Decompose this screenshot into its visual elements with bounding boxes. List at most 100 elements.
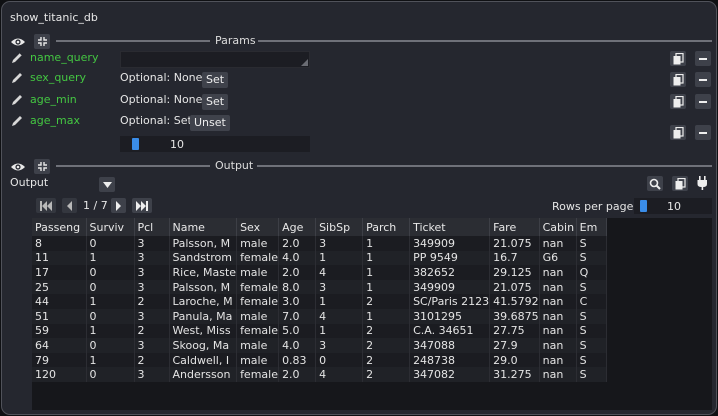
unset-button[interactable]: Unset: [190, 115, 230, 131]
table-cell: 3.0: [278, 294, 317, 309]
table-cell: 79: [32, 352, 87, 368]
remove-button[interactable]: [695, 94, 711, 109]
table-cell: 2.0: [278, 367, 317, 382]
table-cell: 25: [32, 279, 87, 295]
remove-button[interactable]: [695, 72, 711, 87]
table-cell: S: [576, 367, 607, 382]
table-cell: 3: [315, 279, 364, 295]
param-row-sex-query: sex_query Optional: None Set: [2, 69, 716, 89]
first-page-button[interactable]: [36, 198, 56, 213]
table-row[interactable]: 120 0 3 Andersson female 2.0 4 2 347082 31.275 nan…: [32, 367, 607, 382]
search-button[interactable]: [647, 176, 663, 191]
table-cell: 21.075: [489, 279, 540, 295]
table-row[interactable]: 25 0 3 Palsson, Mfemale 8.0 3 1 349909 21.075 nan…: [32, 279, 607, 295]
eye-icon: [11, 38, 25, 46]
table-cell: 0: [315, 352, 364, 368]
table-cell: 3: [134, 236, 170, 251]
table-row[interactable]: 59 1 2 West, Miss female 5.0 1 2 C.A. 34651 27.75…: [32, 323, 607, 339]
table-cell: nan: [539, 294, 577, 309]
table-cell: 11: [32, 250, 87, 266]
chevron-right-icon: [116, 200, 121, 211]
table-cell: 27.9: [489, 338, 540, 353]
param-row-name-query: name_query: [2, 48, 716, 68]
age-max-slider[interactable]: 10: [120, 136, 310, 152]
table-cell: 1: [362, 236, 411, 251]
table-cell: Skoog, Ma: [169, 338, 238, 353]
table-cell: 347082: [409, 367, 491, 382]
column-header-parch[interactable]: Parch: [362, 218, 411, 236]
table-row[interactable]: 8 0 3 Palsson, Mmale 2.0 3 1 349909 21.075 nan S: [32, 236, 607, 251]
copy-button[interactable]: [670, 125, 686, 140]
column-header-name[interactable]: Name: [169, 218, 238, 236]
table-row[interactable]: 44 1 2 Laroche, Mfemale 3.0 1 2 SC/Paris 2123 41…: [32, 294, 607, 309]
table-cell: female: [236, 367, 280, 382]
set-button[interactable]: Set: [202, 94, 229, 110]
table-cell: nan: [539, 236, 577, 251]
name-query-input[interactable]: [120, 51, 310, 68]
output-collapse-button[interactable]: [34, 159, 50, 174]
column-header-ticket[interactable]: Ticket: [409, 218, 491, 236]
collapse-icon: [37, 37, 47, 46]
column-header-pcl[interactable]: Pcl: [134, 218, 170, 236]
set-button[interactable]: Set: [202, 72, 229, 88]
pencil-icon[interactable]: [10, 71, 24, 85]
table-cell: 2: [362, 367, 411, 382]
column-header-age[interactable]: Age: [278, 218, 317, 236]
table-row[interactable]: 79 1 2 Caldwell, Imale 0.83 0 2 248738 29.0 nan S: [32, 352, 607, 368]
params-divider-right: [258, 40, 712, 42]
remove-button[interactable]: [695, 51, 711, 66]
column-header-em[interactable]: Em: [576, 218, 607, 236]
table-row[interactable]: 17 0 3 Rice, Maste male 2.0 4 1 382652 29.125 nan Q: [32, 265, 607, 280]
table-row[interactable]: 51 0 3 Panula, Ma male 7.0 4 1 3101295 39.6875 nan…: [32, 308, 607, 324]
params-visibility-toggle[interactable]: [10, 35, 26, 49]
pencil-icon[interactable]: [10, 114, 24, 128]
copy-button[interactable]: [670, 94, 686, 109]
output-visibility-toggle[interactable]: [10, 160, 26, 174]
pencil-icon[interactable]: [10, 93, 24, 107]
prev-page-button[interactable]: [62, 198, 77, 213]
table-row[interactable]: 11 1 3 Sandstrom female 4.0 1 1 PP 9549 16.7 G6 S: [32, 250, 607, 266]
slider-knob[interactable]: [132, 138, 139, 150]
data-table-area: Passeng Surviv Pcl Name Sex Age SibSp Parch Tick…: [32, 218, 712, 410]
column-header-fare[interactable]: Fare: [489, 218, 540, 236]
slider-knob[interactable]: [640, 200, 647, 212]
table-cell: male: [236, 265, 280, 280]
table-cell: 3: [134, 279, 170, 295]
rows-per-page-slider[interactable]: 10: [634, 198, 712, 214]
table-cell: 29.0: [489, 352, 540, 368]
output-dropdown-button[interactable]: [99, 177, 115, 192]
next-page-button[interactable]: [111, 198, 126, 213]
copy-button[interactable]: [670, 72, 686, 87]
column-header-passeng[interactable]: Passeng: [32, 218, 87, 236]
table-cell: 3: [134, 338, 170, 353]
copy-button[interactable]: [670, 51, 686, 66]
table-cell: 2: [134, 352, 170, 368]
column-header-sex[interactable]: Sex: [236, 218, 280, 236]
output-plug-button[interactable]: [696, 176, 712, 191]
table-cell: Andersson: [169, 367, 238, 382]
table-cell: nan: [539, 338, 577, 353]
last-page-button[interactable]: [132, 198, 152, 213]
param-state: Optional: None: [120, 71, 203, 84]
table-cell: SC/Paris 2123: [409, 294, 491, 309]
table-cell: male: [236, 236, 280, 251]
search-icon: [649, 178, 661, 190]
table-cell: 1: [362, 308, 411, 324]
table-row[interactable]: 64 0 3 Skoog, Ma male 4.0 3 2 347088 27.9 nan S: [32, 338, 607, 353]
table-cell: 2: [134, 294, 170, 309]
output-copy-button[interactable]: [672, 176, 688, 191]
column-header-sibsp[interactable]: SibSp: [315, 218, 364, 236]
table-cell: 41.5792: [489, 294, 540, 309]
pencil-icon[interactable]: [10, 51, 24, 65]
table-cell: PP 9549: [409, 250, 491, 266]
table-cell: 3: [134, 250, 170, 266]
page-indicator: 1 / 7: [83, 199, 108, 212]
table-cell: 29.125: [489, 265, 540, 280]
table-cell: 0: [86, 279, 135, 295]
column-header-surviv[interactable]: Surviv: [86, 218, 135, 236]
table-cell: Caldwell, I: [169, 352, 238, 368]
minus-icon: [699, 57, 707, 60]
params-collapse-button[interactable]: [34, 34, 50, 49]
column-header-cabin[interactable]: Cabin: [539, 218, 577, 236]
remove-button[interactable]: [695, 125, 711, 140]
